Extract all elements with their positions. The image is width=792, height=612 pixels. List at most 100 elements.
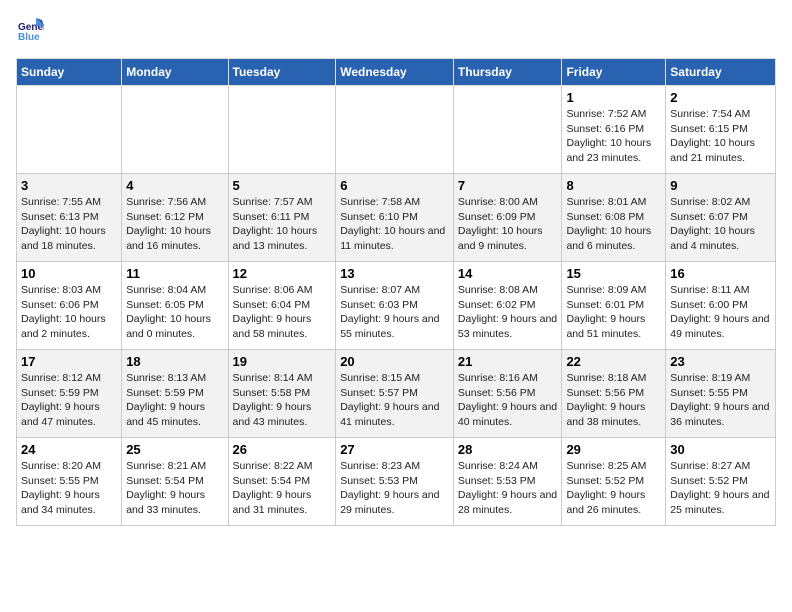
calendar-cell: 12Sunrise: 8:06 AMSunset: 6:04 PMDayligh… (228, 262, 336, 350)
cell-content: Sunrise: 8:00 AMSunset: 6:09 PMDaylight:… (458, 195, 558, 254)
calendar-cell: 30 Sunrise: 8:27 AMSunset: 5:52 PMDayligh… (666, 438, 776, 526)
svg-text:Blue: Blue (18, 32, 40, 43)
day-number: 22 (566, 354, 661, 369)
day-number: 13 (340, 266, 449, 281)
cell-content: Sunrise: 8:02 AMSunset: 6:07 PMDaylight:… (670, 195, 771, 254)
calendar-cell: 22 Sunrise: 8:18 AMSunset: 5:56 PMDayligh… (562, 350, 666, 438)
calendar-cell: 18 Sunrise: 8:13 AMSunset: 5:59 PMDayligh… (122, 350, 228, 438)
cell-content: Sunrise: 8:08 AMSunset: 6:02 PMDaylight:… (458, 283, 558, 342)
day-number: 25 (126, 442, 223, 457)
cell-content: Sunrise: 8:16 AMSunset: 5:56 PMDaylight:… (458, 371, 558, 430)
day-number: 16 (670, 266, 771, 281)
calendar-cell (453, 86, 562, 174)
cell-content: Sunrise: 8:18 AMSunset: 5:56 PMDaylight:… (566, 371, 661, 430)
calendar-table: SundayMondayTuesdayWednesdayThursdayFrid… (16, 58, 776, 526)
day-number: 28 (458, 442, 558, 457)
calendar-cell: 27 Sunrise: 8:23 AMSunset: 5:53 PMDayligh… (336, 438, 454, 526)
calendar-week-row: 3 Sunrise: 7:55 AMSunset: 6:13 PMDaylight… (17, 174, 776, 262)
calendar-week-row: 10 Sunrise: 8:03 AMSunset: 6:06 PMDayligh… (17, 262, 776, 350)
cell-content: Sunrise: 8:14 AMSunset: 5:58 PMDaylight:… (233, 371, 332, 430)
day-number: 18 (126, 354, 223, 369)
calendar-cell: 13 Sunrise: 8:07 AMSunset: 6:03 PMDayligh… (336, 262, 454, 350)
calendar-week-row: 17 Sunrise: 8:12 AMSunset: 5:59 PMDayligh… (17, 350, 776, 438)
calendar-header-sunday: Sunday (17, 59, 122, 86)
day-number: 17 (21, 354, 117, 369)
calendar-cell: 25 Sunrise: 8:21 AMSunset: 5:54 PMDayligh… (122, 438, 228, 526)
calendar-week-row: 1 Sunrise: 7:52 AMSunset: 6:16 PMDaylight… (17, 86, 776, 174)
calendar-cell (17, 86, 122, 174)
day-number: 14 (458, 266, 558, 281)
calendar-header-saturday: Saturday (666, 59, 776, 86)
calendar-cell: 5 Sunrise: 7:57 AMSunset: 6:11 PMDaylight… (228, 174, 336, 262)
calendar-cell: 24Sunrise: 8:20 AMSunset: 5:55 PMDayligh… (17, 438, 122, 526)
cell-content: Sunrise: 8:24 AMSunset: 5:53 PMDaylight:… (458, 459, 558, 518)
calendar-cell: 16 Sunrise: 8:11 AMSunset: 6:00 PMDayligh… (666, 262, 776, 350)
calendar-header-monday: Monday (122, 59, 228, 86)
calendar-week-row: 24Sunrise: 8:20 AMSunset: 5:55 PMDayligh… (17, 438, 776, 526)
calendar-cell: 3 Sunrise: 7:55 AMSunset: 6:13 PMDaylight… (17, 174, 122, 262)
cell-content: Sunrise: 8:19 AMSunset: 5:55 PMDaylight:… (670, 371, 771, 430)
day-number: 29 (566, 442, 661, 457)
calendar-cell: 19 Sunrise: 8:14 AMSunset: 5:58 PMDayligh… (228, 350, 336, 438)
calendar-cell: 2 Sunrise: 7:54 AMSunset: 6:15 PMDaylight… (666, 86, 776, 174)
cell-content: Sunrise: 8:20 AMSunset: 5:55 PMDaylight:… (21, 459, 117, 518)
calendar-cell: 9 Sunrise: 8:02 AMSunset: 6:07 PMDaylight… (666, 174, 776, 262)
cell-content: Sunrise: 7:58 AMSunset: 6:10 PMDaylight:… (340, 195, 449, 254)
day-number: 7 (458, 178, 558, 193)
day-number: 27 (340, 442, 449, 457)
cell-content: Sunrise: 8:04 AMSunset: 6:05 PMDaylight:… (126, 283, 223, 342)
cell-content: Sunrise: 7:54 AMSunset: 6:15 PMDaylight:… (670, 107, 771, 166)
calendar-cell (336, 86, 454, 174)
logo: General Blue (16, 16, 48, 44)
cell-content: Sunrise: 8:09 AMSunset: 6:01 PMDaylight:… (566, 283, 661, 342)
day-number: 12 (233, 266, 332, 281)
cell-content: Sunrise: 8:07 AMSunset: 6:03 PMDaylight:… (340, 283, 449, 342)
calendar-cell: 23Sunrise: 8:19 AMSunset: 5:55 PMDayligh… (666, 350, 776, 438)
cell-content: Sunrise: 8:22 AMSunset: 5:54 PMDaylight:… (233, 459, 332, 518)
cell-content: Sunrise: 7:55 AMSunset: 6:13 PMDaylight:… (21, 195, 117, 254)
day-number: 20 (340, 354, 449, 369)
day-number: 3 (21, 178, 117, 193)
cell-content: Sunrise: 8:01 AMSunset: 6:08 PMDaylight:… (566, 195, 661, 254)
day-number: 11 (126, 266, 223, 281)
day-number: 10 (21, 266, 117, 281)
calendar-cell: 4 Sunrise: 7:56 AMSunset: 6:12 PMDaylight… (122, 174, 228, 262)
day-number: 21 (458, 354, 558, 369)
cell-content: Sunrise: 8:15 AMSunset: 5:57 PMDaylight:… (340, 371, 449, 430)
cell-content: Sunrise: 8:13 AMSunset: 5:59 PMDaylight:… (126, 371, 223, 430)
day-number: 1 (566, 90, 661, 105)
day-number: 19 (233, 354, 332, 369)
calendar-cell: 6 Sunrise: 7:58 AMSunset: 6:10 PMDaylight… (336, 174, 454, 262)
day-number: 15 (566, 266, 661, 281)
cell-content: Sunrise: 8:03 AMSunset: 6:06 PMDaylight:… (21, 283, 117, 342)
cell-content: Sunrise: 7:52 AMSunset: 6:16 PMDaylight:… (566, 107, 661, 166)
day-number: 2 (670, 90, 771, 105)
cell-content: Sunrise: 8:27 AMSunset: 5:52 PMDaylight:… (670, 459, 771, 518)
day-number: 5 (233, 178, 332, 193)
calendar-cell: 7 Sunrise: 8:00 AMSunset: 6:09 PMDaylight… (453, 174, 562, 262)
cell-content: Sunrise: 7:56 AMSunset: 6:12 PMDaylight:… (126, 195, 223, 254)
calendar-header-tuesday: Tuesday (228, 59, 336, 86)
day-number: 9 (670, 178, 771, 193)
calendar-cell: 11 Sunrise: 8:04 AMSunset: 6:05 PMDayligh… (122, 262, 228, 350)
day-number: 6 (340, 178, 449, 193)
calendar-cell: 28 Sunrise: 8:24 AMSunset: 5:53 PMDayligh… (453, 438, 562, 526)
day-number: 30 (670, 442, 771, 457)
calendar-cell: 15 Sunrise: 8:09 AMSunset: 6:01 PMDayligh… (562, 262, 666, 350)
calendar-cell (122, 86, 228, 174)
calendar-cell: 20 Sunrise: 8:15 AMSunset: 5:57 PMDayligh… (336, 350, 454, 438)
calendar-cell: 10 Sunrise: 8:03 AMSunset: 6:06 PMDayligh… (17, 262, 122, 350)
day-number: 26 (233, 442, 332, 457)
cell-content: Sunrise: 8:23 AMSunset: 5:53 PMDaylight:… (340, 459, 449, 518)
calendar-header-friday: Friday (562, 59, 666, 86)
cell-content: Sunrise: 8:21 AMSunset: 5:54 PMDaylight:… (126, 459, 223, 518)
calendar-cell: 14 Sunrise: 8:08 AMSunset: 6:02 PMDayligh… (453, 262, 562, 350)
calendar-cell: 21 Sunrise: 8:16 AMSunset: 5:56 PMDayligh… (453, 350, 562, 438)
cell-content: Sunrise: 8:11 AMSunset: 6:00 PMDaylight:… (670, 283, 771, 342)
calendar-cell: 29Sunrise: 8:25 AMSunset: 5:52 PMDayligh… (562, 438, 666, 526)
day-number: 4 (126, 178, 223, 193)
calendar-cell: 26 Sunrise: 8:22 AMSunset: 5:54 PMDayligh… (228, 438, 336, 526)
cell-content: Sunrise: 8:12 AMSunset: 5:59 PMDaylight:… (21, 371, 117, 430)
calendar-cell (228, 86, 336, 174)
cell-content: Sunrise: 7:57 AMSunset: 6:11 PMDaylight:… (233, 195, 332, 254)
